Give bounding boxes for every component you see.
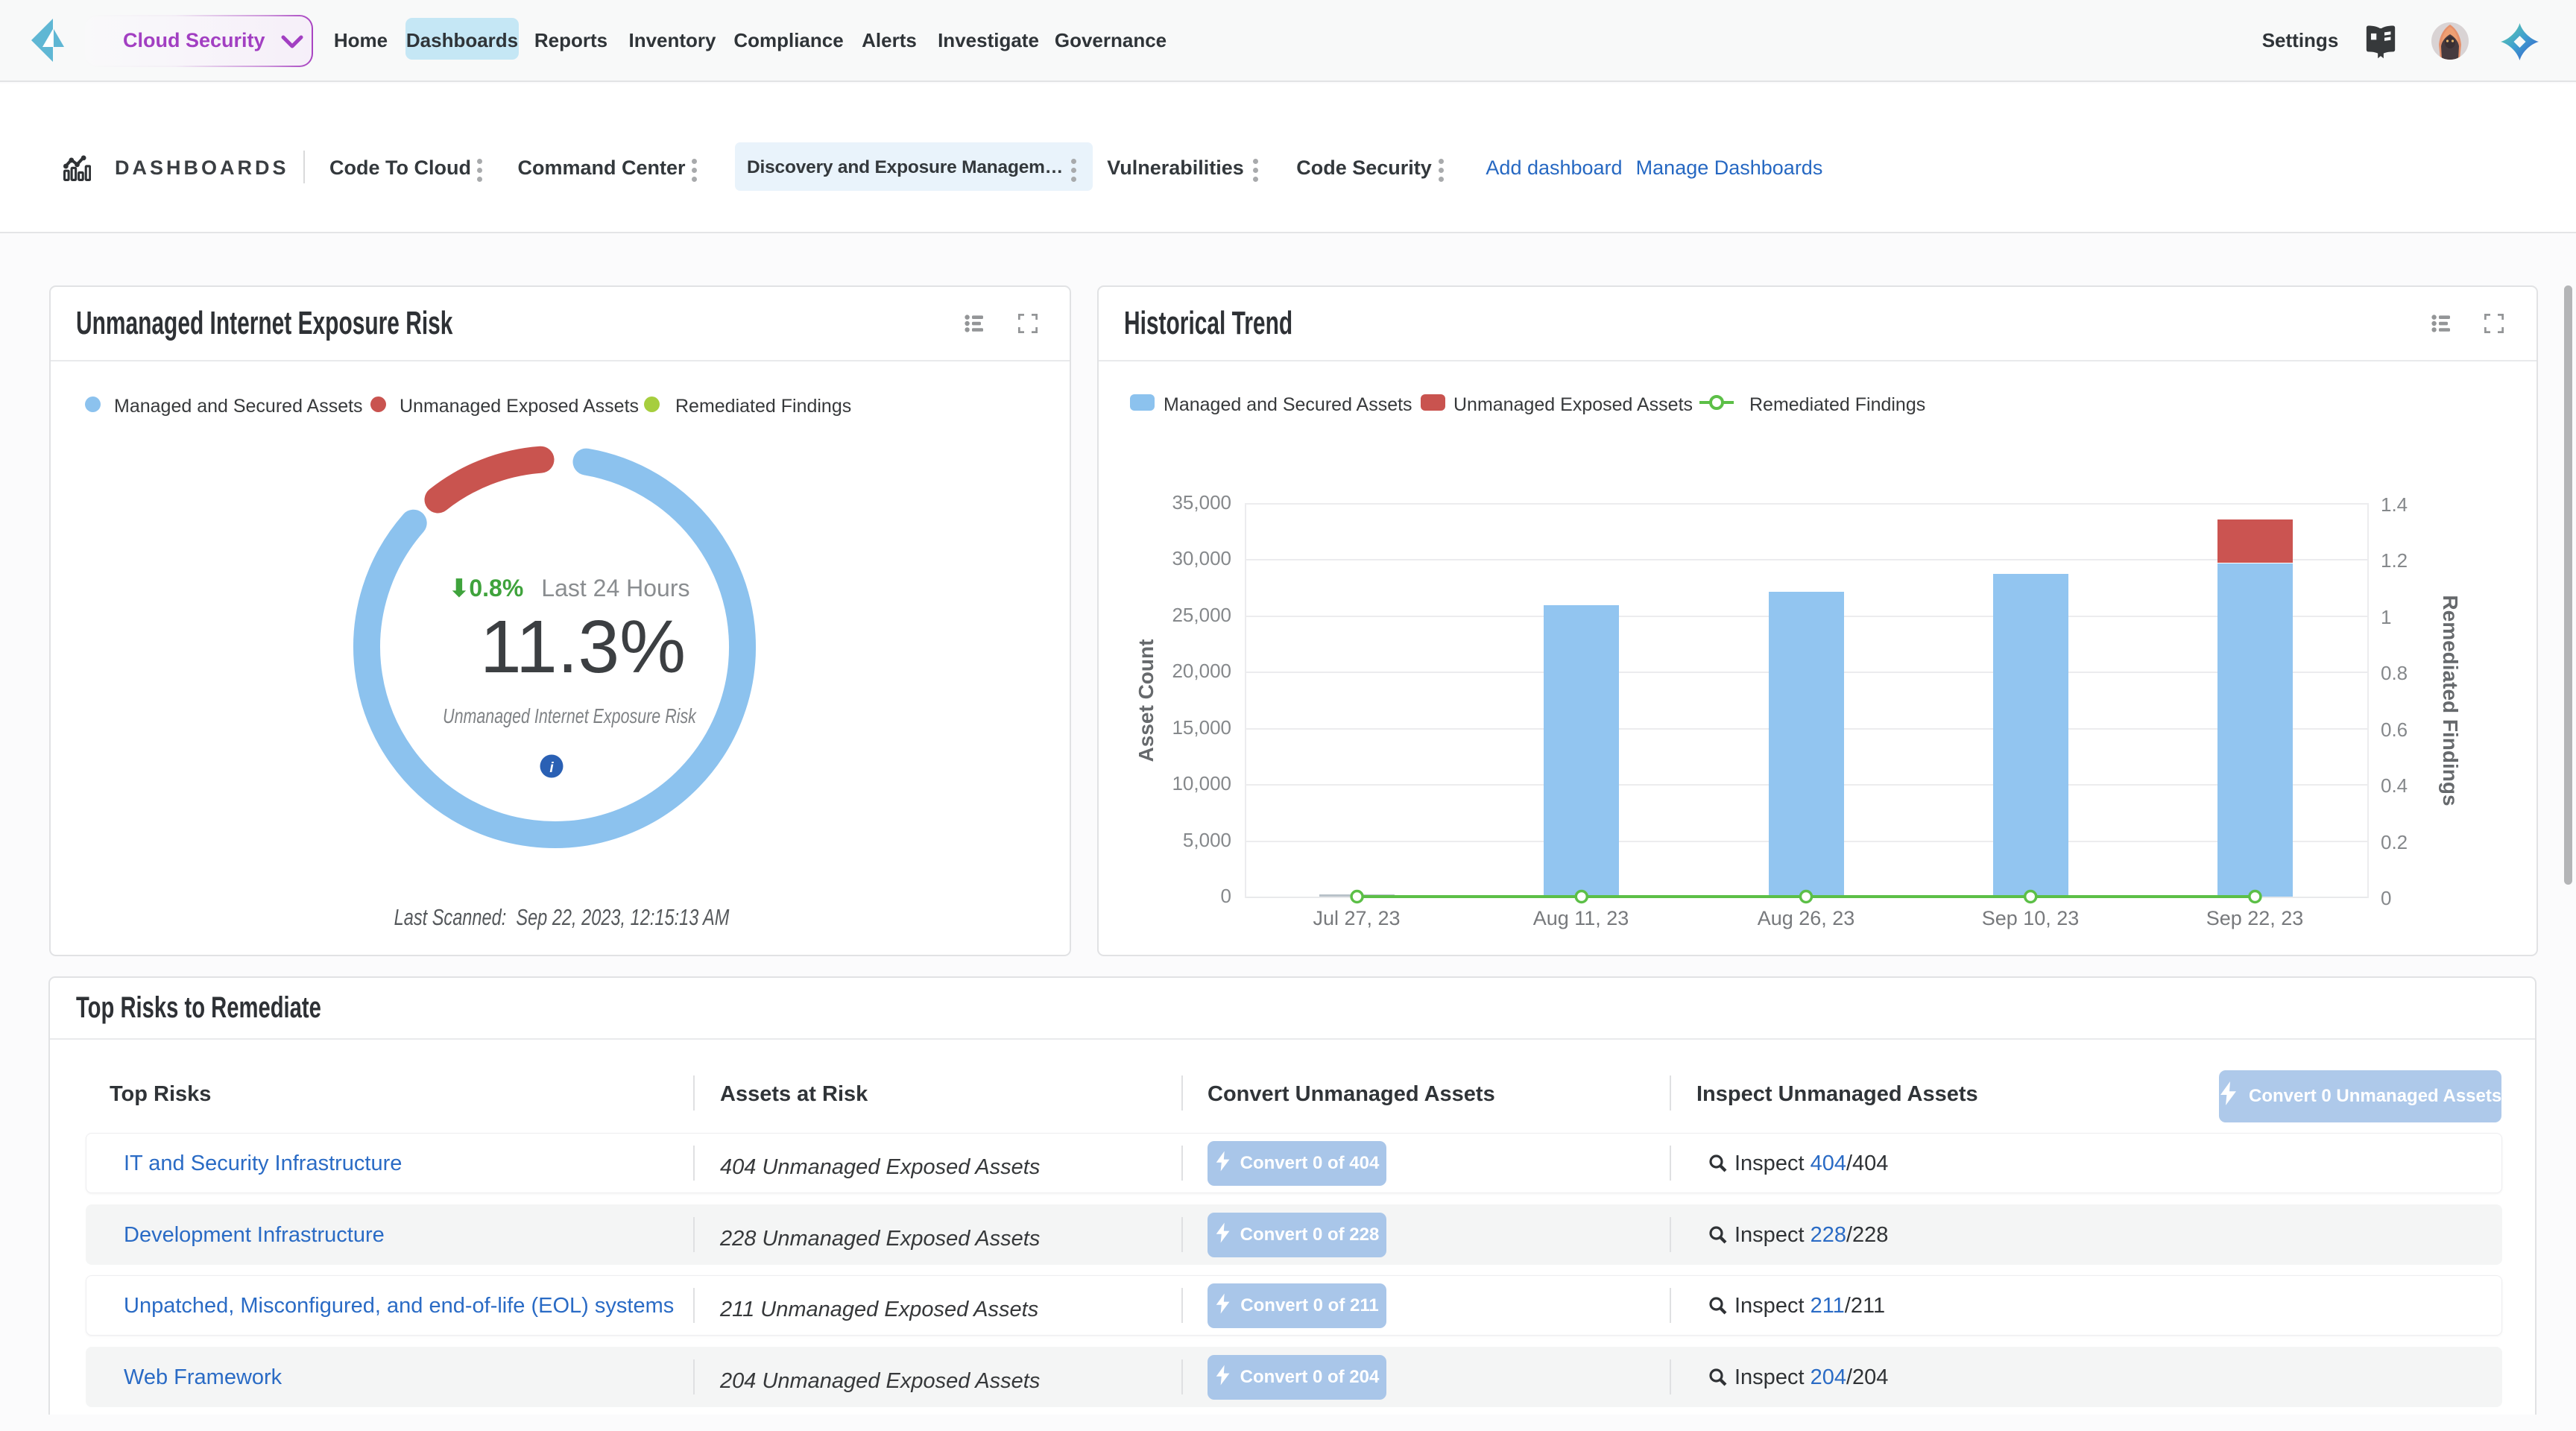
- svg-text:i: i: [549, 760, 554, 776]
